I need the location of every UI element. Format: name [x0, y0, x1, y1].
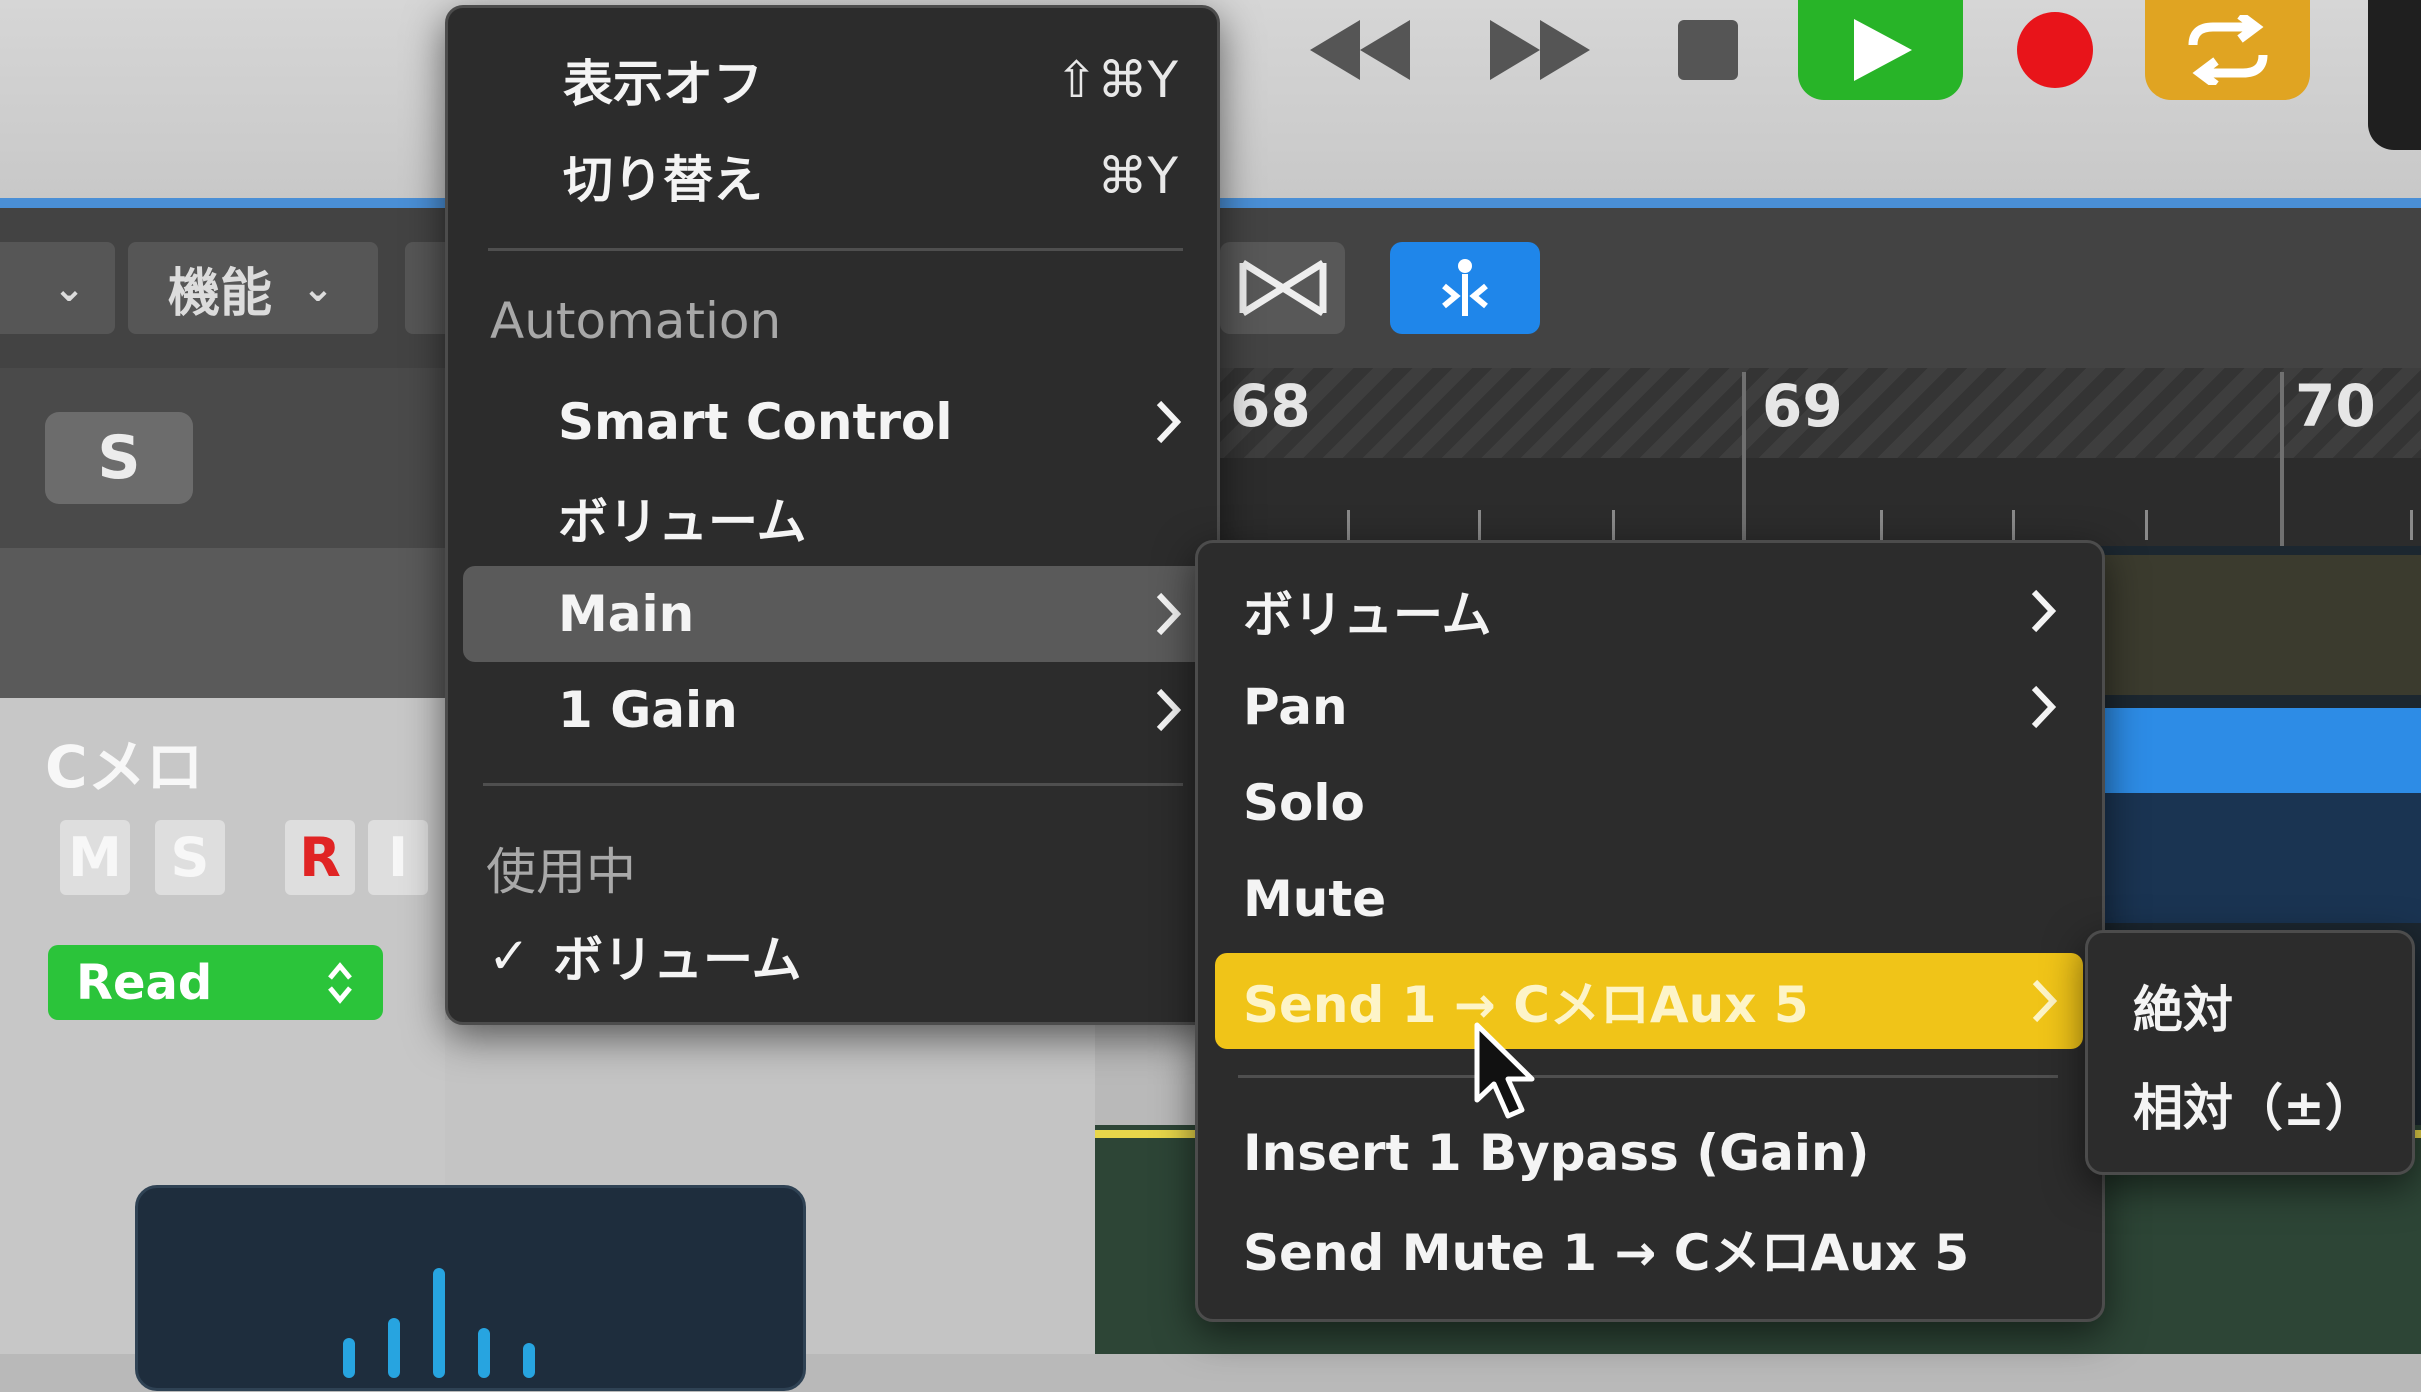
checkmark-icon: ✓ — [488, 927, 530, 985]
plugin-display — [135, 1185, 806, 1391]
menu-item-main[interactable]: Main — [463, 566, 1208, 662]
automation-context-menu: 表示オフ ⇧⌘Y 切り替え ⌘Y Automation Smart Contro… — [445, 5, 1220, 1025]
submenu-item-mute[interactable]: Mute — [1243, 851, 2058, 947]
ruler-tick — [1880, 510, 1883, 540]
chevron-right-icon — [2031, 685, 2057, 729]
menu-separator — [483, 783, 1183, 786]
menu-item-display-off[interactable]: 表示オフ ⇧⌘Y — [563, 32, 1178, 128]
ruler-bar-70: 70 — [2295, 372, 2376, 440]
menu-item-label: ボリューム — [1243, 586, 1492, 644]
ruler-tick — [2145, 510, 2148, 540]
chevron-right-icon — [1156, 400, 1182, 444]
menu-item-1-gain[interactable]: 1 Gain — [558, 662, 1183, 758]
input-monitor-button[interactable]: I — [368, 820, 428, 895]
crossfade-tool-button[interactable] — [1220, 242, 1345, 334]
send-mode-submenu: 絶対 相対（±） — [2085, 930, 2415, 1175]
chevron-right-icon — [1156, 592, 1182, 636]
main-submenu: ボリューム Pan Solo Mute Send 1 → CメロAux 5 In… — [1195, 540, 2105, 1322]
solo-button[interactable]: S — [45, 412, 193, 504]
menu-item-label: Main — [558, 585, 695, 643]
record-button[interactable] — [2010, 0, 2100, 100]
ruler-beats — [1215, 458, 2421, 546]
menu-item-label: ボリューム — [553, 931, 802, 989]
automation-mode-select[interactable]: Read — [48, 945, 383, 1020]
chevron-right-icon — [1156, 688, 1182, 732]
menu-item-label: 絶対 — [2133, 981, 2233, 1039]
menu-item-label: ボリューム — [558, 493, 807, 551]
selected-region[interactable] — [2105, 708, 2421, 793]
mouse-pointer-icon — [1474, 1022, 1535, 1119]
inspector-header — [0, 548, 445, 698]
menu-item-shortcut: ⇧⌘Y — [1055, 51, 1178, 109]
menu-section-automation: Automation — [490, 292, 782, 350]
menu-item-volume[interactable]: ボリューム — [558, 470, 1183, 566]
functions-dropdown-label: 機能 — [168, 263, 273, 324]
menu-item-label: 切り替え — [563, 151, 763, 209]
menu-item-label: Send Mute 1 → CメロAux 5 — [1243, 1224, 1970, 1282]
submenu-item-pan[interactable]: Pan — [1243, 659, 2058, 755]
chevron-down-icon: ⌄ — [53, 266, 85, 310]
record-icon — [2017, 12, 2093, 88]
up-down-chevron-icon — [328, 961, 352, 1004]
menu-item-label: Insert 1 Bypass (Gain) — [1243, 1124, 1870, 1182]
rewind-button[interactable] — [1305, 0, 1415, 100]
ruler-tick — [2012, 510, 2015, 540]
solo-small-button[interactable]: S — [155, 820, 225, 895]
submenu-item-solo[interactable]: Solo — [1243, 755, 2058, 851]
menu-item-label: Mute — [1243, 870, 1387, 928]
play-button[interactable] — [1798, 0, 1963, 100]
control-bar-edge — [2368, 0, 2421, 150]
rewind-icon — [1310, 20, 1410, 80]
submenu-item-send-mute[interactable]: Send Mute 1 → CメロAux 5 — [1243, 1201, 2058, 1297]
ruler-bar-69: 69 — [1762, 372, 1843, 440]
automation-mode-label: Read — [76, 954, 213, 1011]
play-icon — [1853, 19, 1912, 81]
menu-item-absolute[interactable]: 絶対 — [2133, 958, 2393, 1054]
stop-button[interactable] — [1670, 0, 1745, 100]
menu-item-label: 表示オフ — [563, 55, 763, 113]
audio-region[interactable] — [2090, 555, 2421, 695]
menu-item-label: Pan — [1243, 678, 1348, 736]
track-name[interactable]: Cメロ — [45, 720, 204, 804]
cycle-icon — [2188, 15, 2267, 85]
menu-item-toggle[interactable]: 切り替え ⌘Y — [563, 128, 1178, 224]
ruler-tick — [1612, 510, 1615, 540]
fast-forward-icon — [1490, 20, 1590, 80]
catch-playhead-button[interactable] — [1390, 242, 1540, 334]
menu-item-relative[interactable]: 相対（±） — [2133, 1056, 2393, 1152]
menu-item-label: 1 Gain — [558, 681, 738, 739]
submenu-item-volume[interactable]: ボリューム — [1243, 563, 2058, 659]
cycle-button[interactable] — [2145, 0, 2310, 100]
eq-meter-icon — [343, 1268, 535, 1378]
chevron-down-icon: ⌄ — [302, 266, 334, 310]
ruler-bar-line — [1742, 372, 1746, 547]
chevron-right-icon — [2032, 979, 2058, 1023]
menu-separator — [1238, 1075, 2058, 1078]
ruler-tick — [1478, 510, 1481, 540]
crossfade-icon — [1239, 260, 1326, 316]
fast-forward-button[interactable] — [1480, 0, 1600, 100]
submenu-item-send-1[interactable]: Send 1 → CメロAux 5 — [1215, 953, 2083, 1049]
functions-dropdown[interactable]: 機能 ⌄ — [128, 242, 378, 334]
menu-item-label: Smart Control — [558, 393, 953, 451]
catch-icon — [1442, 259, 1488, 316]
stop-icon — [1677, 20, 1738, 80]
audio-region[interactable] — [2105, 793, 2421, 923]
mute-button[interactable]: M — [60, 820, 130, 895]
ruler-bar-68: 68 — [1230, 372, 1311, 440]
menu-item-volume-in-use[interactable]: ✓ ボリューム — [488, 908, 1178, 1004]
menu-section-in-use: 使用中 — [486, 843, 636, 901]
chevron-right-icon — [2031, 589, 2057, 633]
record-enable-button[interactable]: R — [285, 820, 355, 895]
menu-separator — [488, 248, 1183, 251]
menu-item-smart-control[interactable]: Smart Control — [558, 374, 1183, 470]
submenu-item-insert-bypass[interactable]: Insert 1 Bypass (Gain) — [1243, 1105, 2058, 1201]
ruler-tick — [1347, 510, 1350, 540]
menu-item-shortcut: ⌘Y — [1097, 147, 1178, 205]
ruler-bar-line — [2280, 372, 2284, 547]
ruler-tick — [2410, 510, 2413, 540]
edit-dropdown[interactable]: ⌄ — [0, 242, 115, 334]
menu-item-label: 相対（±） — [2133, 1079, 2375, 1137]
menu-item-label: Solo — [1243, 774, 1365, 832]
